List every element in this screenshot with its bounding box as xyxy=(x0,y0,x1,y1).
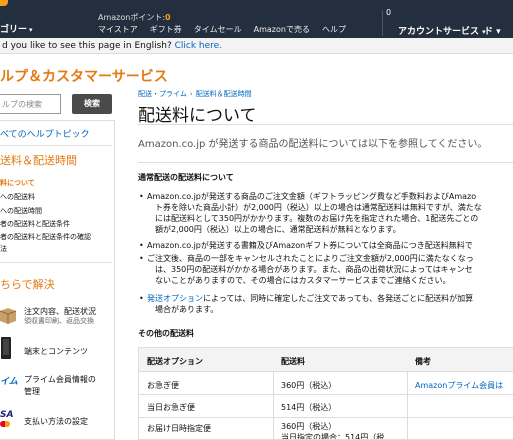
sidebar-item-seller-fee-check[interactable]: 者の配送料と配送条件の確認 xyxy=(0,232,91,242)
table-cell: お急ぎ便 xyxy=(147,381,179,390)
language-banner: d you like to see this page in English? … xyxy=(0,38,513,54)
mastercard-icon xyxy=(0,421,10,427)
table-cell: 当日指定の場合：514円（税 xyxy=(281,433,385,440)
sidebar-item-shipping-fee[interactable]: 料について xyxy=(0,178,35,188)
breadcrumb-item[interactable]: 配送・プライム xyxy=(138,90,187,98)
table-row: 当日お急ぎ便 514円（税込） xyxy=(139,395,513,418)
breadcrumb-item[interactable]: 配送料＆配送時間 xyxy=(196,90,252,98)
account-label: アカウントサービス xyxy=(398,27,480,37)
top-navigation-bar: ゴリー ▾ Amazonポイント:0 マイストア ギフト券 タイムセール Amaz… xyxy=(0,0,513,38)
prime-membership-link[interactable]: プライム会員情報の xyxy=(24,374,96,385)
prime-link[interactable]: Amazonプライム会員は xyxy=(415,380,503,391)
help-search-button[interactable]: 検索 xyxy=(72,94,112,114)
section-heading: 通常配送の配送料について xyxy=(138,173,234,182)
package-icon xyxy=(0,306,20,327)
nav-link-help[interactable]: ヘルプ xyxy=(322,24,346,35)
table-cell: 360円（税込） xyxy=(281,422,337,431)
table-divider xyxy=(407,372,408,439)
bullet-continuation: は、350円の配送料がかかる場合があります。また、商品の出荷状況によってはキャン… xyxy=(155,265,473,274)
card-icon: SA xyxy=(0,410,14,420)
sidebar-item-time-to[interactable]: への配送時間 xyxy=(0,206,42,216)
page-title: 配送料について xyxy=(138,106,257,126)
header-menu-label: ド xyxy=(484,27,494,37)
shipping-fee-table: 配送オプション 配送料 備考 お急ぎ便 360円（税込） Amazonプライム会… xyxy=(138,347,513,440)
cart-count[interactable]: 0 xyxy=(386,8,391,17)
nav-link-giftcard[interactable]: ギフト券 xyxy=(150,24,182,35)
language-prompt: d you like to see this page in English? xyxy=(2,41,172,51)
categories-label: ゴリー xyxy=(0,25,28,35)
table-row: お急ぎ便 360円（税込） Amazonプライム会員は xyxy=(139,372,513,395)
nav-link-sell[interactable]: Amazonで売る xyxy=(254,24,310,35)
bullet-continuation: 場合があります。 xyxy=(155,305,219,314)
categories-menu[interactable]: ゴリー ▾ xyxy=(0,22,33,35)
chevron-right-icon: › xyxy=(189,90,193,98)
help-center-title: ルプ＆カスタマーサービス xyxy=(0,69,168,85)
prime-icon: イム xyxy=(0,377,18,387)
account-menu[interactable]: アカウントサービス ▾ xyxy=(398,24,486,37)
nav-links: マイストア ギフト券 タイムセール Amazonで売る ヘルプ xyxy=(98,24,346,35)
breadcrumb: 配送・プライム › 配送料＆配送時間 xyxy=(138,89,252,99)
orders-sub: 領収書印刷、返品交換 xyxy=(24,317,94,325)
bullet-continuation: 額が2,000円（税込）以上の場合に、通常配送料が無料となります。 xyxy=(155,225,401,234)
bullet-text: によっては、同時に確定したご注文であっても、各発送ごとに配送料が加算 xyxy=(203,294,474,303)
bullet-continuation: ト券を除いた商品小計）が2,000円（税込）以上の場合は通常配送料は無料ですが、… xyxy=(155,203,482,212)
divider xyxy=(138,162,513,163)
column-header: 配送料 xyxy=(281,357,305,366)
column-header: 備考 xyxy=(415,357,431,366)
bullet-continuation: には配送料として350円がかかります。複数のお届け先を指定された場合、1配送先ご… xyxy=(155,214,479,223)
nav-link-timesale[interactable]: タイムセール xyxy=(194,24,242,35)
bullet-item: 発送オプションによっては、同時に確定したご注文であっても、各発送ごとに配送料が加… xyxy=(139,293,474,304)
help-search-input[interactable]: ルプの検索 xyxy=(0,94,61,114)
bullet-item: Amazon.co.jpが発送する商品のご注文金額（ギフトラッピング費など手数料… xyxy=(139,191,476,202)
table-divider xyxy=(273,372,274,439)
device-icon xyxy=(0,336,14,363)
caret-down-icon: ▾ xyxy=(29,26,33,34)
payment-settings-link[interactable]: 支払い方法の設定 xyxy=(24,416,88,427)
bullet-item: Amazon.co.jpが発送する書籍及びAmazonギフト券については全商品に… xyxy=(139,240,473,251)
table-cell: 当日お急ぎ便 xyxy=(147,403,195,412)
intro-text: Amazon.co.jp が発送する商品の配送料については以下を参照してください… xyxy=(138,139,488,150)
nav-link-mystore[interactable]: マイストア xyxy=(98,24,138,35)
caret-down-icon: ▾ xyxy=(496,27,501,37)
table-cell: 514円（税込） xyxy=(281,403,337,412)
sidebar-section-heading: 送料＆配送時間 xyxy=(0,154,77,167)
sidebar-item-method[interactable]: 法 xyxy=(0,244,7,254)
points-display[interactable]: Amazonポイント:0 xyxy=(98,12,171,23)
points-value: 0 xyxy=(165,13,171,22)
sidebar-item-fee-to[interactable]: への配送料 xyxy=(0,192,35,202)
header-menu-truncated[interactable]: ド ▾ xyxy=(484,24,501,37)
sidebar-divider xyxy=(0,262,112,263)
sidebar-divider xyxy=(0,145,112,146)
bullet-item: ご注文後、商品の一部をキャンセルされたことによりご注文金額が2,000円に満たな… xyxy=(139,253,474,264)
english-link[interactable]: Click here. xyxy=(175,41,222,51)
section-heading: その他の配送料 xyxy=(138,329,194,338)
table-row: お届け日時指定便 360円（税込） 当日指定の場合：514円（税 xyxy=(139,418,513,440)
column-header: 配送オプション xyxy=(147,357,203,366)
all-help-topics-link[interactable]: べてのヘルプトピック xyxy=(0,127,90,140)
divider xyxy=(138,124,513,125)
table-cell: お届け日時指定便 xyxy=(147,424,211,433)
solve-here-heading: ちらで解決 xyxy=(0,278,55,291)
amazon-logo[interactable] xyxy=(0,0,8,6)
points-label: Amazonポイント: xyxy=(98,13,166,22)
devices-link[interactable]: 端末とコンテンツ xyxy=(24,346,88,357)
table-cell: 360円（税込） xyxy=(281,381,337,390)
sidebar-item-seller-fee[interactable]: 者の配送料と配送条件 xyxy=(0,219,70,229)
table-header-row: 配送オプション 配送料 備考 xyxy=(139,348,513,372)
shipping-options-link[interactable]: 発送オプション xyxy=(147,294,203,303)
header-divider xyxy=(382,10,383,36)
prime-membership-sub: 管理 xyxy=(24,387,40,396)
bullet-continuation: ないことがありますので、その場合にはカスタマーサービスまでご連絡ください。 xyxy=(155,276,451,285)
